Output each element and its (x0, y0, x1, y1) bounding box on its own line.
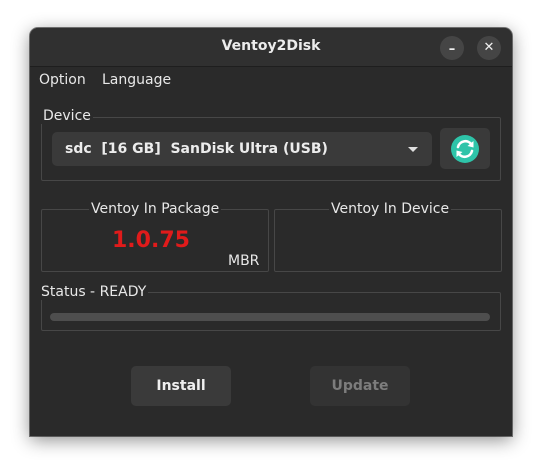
device-select-value: sdc [16 GB] SanDisk Ultra (USB) (65, 141, 328, 157)
menu-option[interactable]: Option (39, 72, 86, 88)
device-select[interactable]: sdc [16 GB] SanDisk Ultra (USB) (52, 132, 432, 166)
minimize-icon: – (448, 42, 456, 57)
ventoy-in-device-label: Ventoy In Device (329, 201, 452, 217)
install-button[interactable]: Install (131, 366, 231, 406)
refresh-icon (451, 135, 479, 163)
chevron-down-icon (408, 147, 418, 152)
package-partition-style: MBR (228, 253, 260, 269)
menu-language[interactable]: Language (102, 72, 171, 88)
close-icon: ✕ (483, 40, 495, 55)
update-button[interactable]: Update (310, 366, 410, 406)
device-label: Device (41, 108, 93, 124)
menubar: Option Language (30, 67, 512, 95)
progress-bar (50, 313, 490, 321)
package-version: 1.0.75 (112, 228, 190, 253)
refresh-button[interactable] (440, 128, 490, 169)
titlebar[interactable]: Ventoy2Disk – ✕ (30, 28, 512, 67)
ventoy2disk-window: Ventoy2Disk – ✕ Option Language Device s… (30, 28, 512, 436)
close-button[interactable]: ✕ (477, 36, 501, 60)
status-label: Status - READY (39, 284, 149, 300)
minimize-button[interactable]: – (440, 36, 464, 60)
ventoy-in-device-groupbox (274, 209, 502, 272)
ventoy-in-package-label: Ventoy In Package (89, 201, 222, 217)
